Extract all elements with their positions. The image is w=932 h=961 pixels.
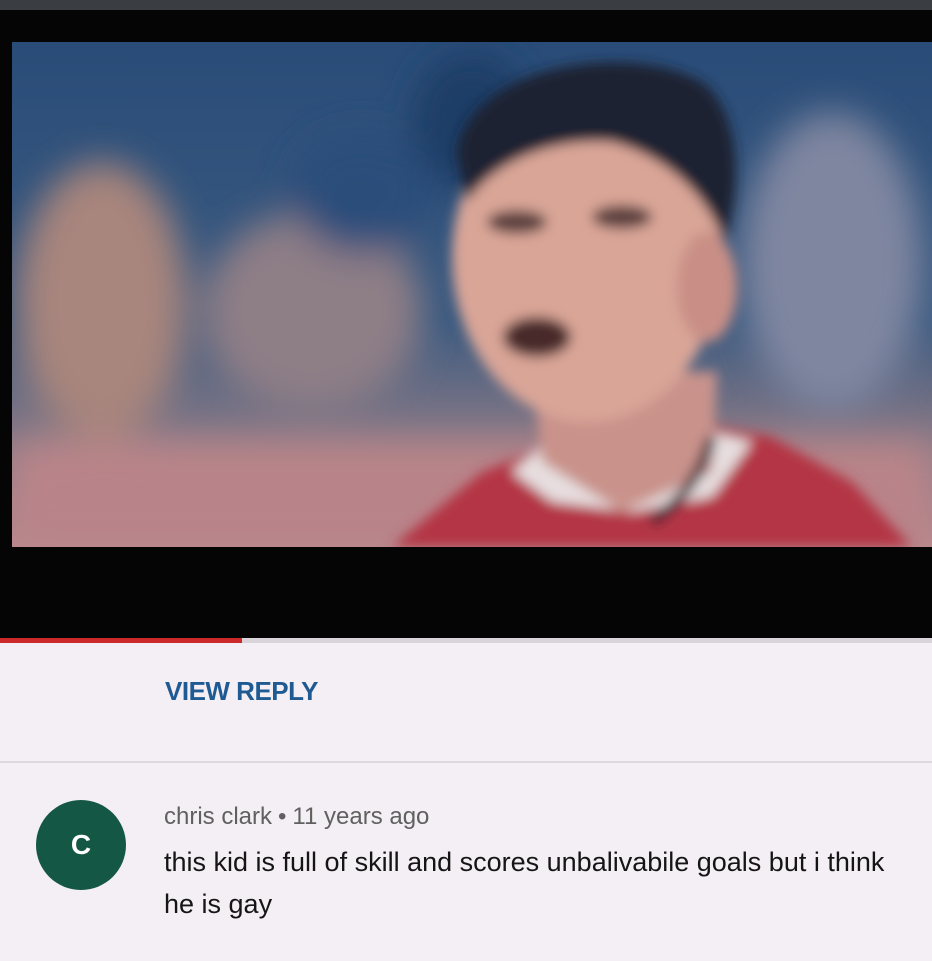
video-player[interactable] (0, 10, 932, 640)
comment-item: C chris clark • 11 years ago this kid is f… (0, 763, 932, 961)
status-bar (0, 0, 932, 10)
comment-author[interactable]: chris clark (164, 803, 272, 830)
comments-section: VIEW REPLY C chris clark • 11 years ago th… (0, 643, 932, 961)
video-frame (12, 42, 932, 547)
comment-meta: chris clark • 11 years ago (164, 803, 429, 831)
meta-separator: • (278, 803, 287, 830)
view-reply-button[interactable]: VIEW REPLY (165, 676, 318, 707)
video-thumbnail-image (12, 42, 932, 547)
app-screen: VIEW REPLY C chris clark • 11 years ago th… (0, 0, 932, 961)
avatar[interactable]: C (36, 800, 126, 890)
comment-text: this kid is full of skill and scores unb… (164, 847, 885, 919)
comment-timestamp: 11 years ago (292, 803, 430, 830)
